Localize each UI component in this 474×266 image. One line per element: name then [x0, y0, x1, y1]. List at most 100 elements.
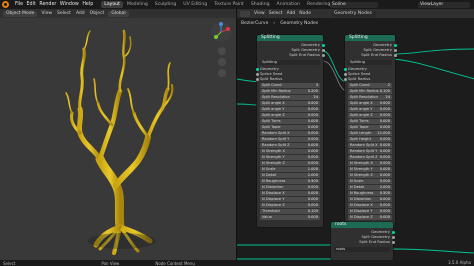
menu-edit[interactable]: Edit — [27, 2, 36, 7]
param-field[interactable]: Split Resolution 24 — [260, 95, 320, 100]
param-field[interactable]: Random Split X 0.000 — [260, 131, 320, 136]
param-field[interactable]: N Distortion 0.000 — [260, 185, 320, 190]
param-field[interactable]: N Strength Y 0.000 — [260, 155, 320, 160]
tab-sculpting[interactable]: Sculpting — [152, 1, 179, 8]
tab-layout[interactable]: Layout — [101, 1, 123, 8]
menu-window[interactable]: Window — [60, 2, 79, 7]
param-field[interactable]: N Roughness 0.500 — [260, 179, 320, 184]
param-label: N Displace Y — [350, 209, 373, 213]
param-field[interactable]: Split Turns 0.000 — [348, 119, 392, 124]
node-header[interactable]: Splitting — [257, 35, 323, 41]
param-field[interactable]: Split Count 2 — [348, 83, 392, 88]
tab-modeling[interactable]: Modeling — [124, 1, 151, 8]
param-field[interactable]: Random Split Z 0.000 — [260, 143, 320, 148]
param-field[interactable]: N Detail 2.000 — [260, 173, 320, 178]
param-field[interactable]: Split Length 11.000 — [348, 131, 392, 136]
tab-animation[interactable]: Animation — [274, 1, 303, 8]
splitting-node-2[interactable]: Splitting Geometry Split Geometry Split … — [343, 35, 397, 232]
output-socket[interactable] — [393, 54, 397, 57]
group-selector[interactable]: Splitting — [260, 60, 320, 65]
param-field[interactable]: N Displace Y 0.000 — [348, 209, 392, 214]
param-field[interactable]: Split angle Z 0.000 — [348, 113, 392, 118]
input-socket[interactable] — [255, 78, 259, 81]
param-field[interactable]: N Displace X 0.000 — [260, 191, 320, 196]
roots-node[interactable]: roots Geometry Split Geometry Split End … — [331, 222, 395, 260]
param-value: 0.000 — [307, 191, 318, 195]
param-field[interactable]: Split angle Y 0.000 — [260, 107, 320, 112]
param-field[interactable]: N Displace Y 0.000 — [260, 197, 320, 202]
menu-render[interactable]: Render — [39, 2, 56, 7]
3d-viewport[interactable]: Object Mode View Select Add Object Globa… — [0, 9, 236, 260]
param-field[interactable]: Threshold 0.100 — [260, 209, 320, 214]
input-socket[interactable] — [255, 68, 259, 71]
blender-logo-icon[interactable] — [2, 1, 9, 8]
param-field[interactable]: N Strength X 0.000 — [348, 161, 392, 166]
output-socket[interactable] — [391, 236, 395, 239]
param-label: N Roughness — [262, 179, 286, 183]
param-field[interactable]: Split Count 3 — [260, 83, 320, 88]
menu-help[interactable]: Help — [82, 2, 93, 7]
tab-uv-editing[interactable]: UV Editing — [180, 1, 210, 8]
param-field[interactable]: N Displace Z 0.000 — [348, 215, 392, 220]
param-label: Split Turns — [350, 119, 369, 123]
param-value: 0.000 — [307, 101, 318, 105]
param-field[interactable]: Random Split X 0.000 — [348, 143, 392, 148]
param-field[interactable]: Split Turns 0.000 — [260, 119, 320, 124]
tab-texture-paint[interactable]: Texture Paint — [211, 1, 247, 8]
node-editor[interactable]: View Select Add Node Geometry Nodes Bezi… — [236, 9, 474, 260]
output-socket[interactable] — [391, 231, 395, 234]
output-socket[interactable] — [393, 49, 397, 52]
param-field[interactable]: Split Min Radius 0.100 — [348, 89, 392, 94]
param-field[interactable]: Random Split Y 0.000 — [348, 149, 392, 154]
group-selector[interactable]: roots — [334, 247, 390, 252]
param-value: 0.000 — [379, 125, 390, 129]
param-field[interactable]: Split angle Y 0.000 — [348, 107, 392, 112]
menu-file[interactable]: File — [15, 2, 23, 7]
param-field[interactable]: N Scale 5.000 — [348, 179, 392, 184]
output-socket[interactable] — [321, 44, 325, 47]
output-socket[interactable] — [321, 54, 325, 57]
view-layer-selector[interactable]: ViewLayer — [418, 1, 470, 8]
param-field[interactable]: Random Split Y 0.000 — [260, 137, 320, 142]
scene-selector[interactable]: Scene — [330, 1, 378, 8]
param-field[interactable]: N Strength Z 0.000 — [348, 173, 392, 178]
param-field[interactable]: N Scale 1.000 — [260, 167, 320, 172]
output-socket[interactable] — [321, 49, 325, 52]
input-socket[interactable] — [343, 78, 347, 81]
param-field[interactable]: N Detail 2.000 — [348, 185, 392, 190]
splitting-node-1[interactable]: Splitting Geometry Split Geometry Split … — [255, 35, 325, 227]
param-field[interactable]: Split angle X 0.000 — [348, 101, 392, 106]
param-field[interactable]: N Strength Z 0.000 — [260, 161, 320, 166]
param-field[interactable]: Random Split Z 0.000 — [348, 155, 392, 160]
input-socket[interactable] — [343, 73, 347, 76]
param-value: 0.000 — [379, 203, 390, 207]
param-field[interactable]: Value 0.000 — [260, 215, 320, 220]
param-field[interactable]: N Roughness 0.500 — [348, 191, 392, 196]
input-socket[interactable] — [343, 68, 347, 71]
param-field[interactable]: Split Taper 0.000 — [260, 125, 320, 130]
param-label: N Strength X — [262, 149, 285, 153]
param-field[interactable]: N Strength Y 0.000 — [348, 167, 392, 172]
param-field[interactable]: Split angle Z 0.000 — [260, 113, 320, 118]
param-field[interactable]: N Distortion 0.000 — [348, 197, 392, 202]
param-field[interactable]: Split Taper 0.000 — [348, 125, 392, 130]
param-field[interactable]: Split Height 0.000 — [348, 137, 392, 142]
param-value: 0.500 — [307, 179, 318, 183]
param-label: Split angle X — [350, 101, 373, 105]
output-socket[interactable] — [391, 241, 395, 244]
node-header[interactable]: roots — [331, 222, 393, 228]
param-field[interactable]: N Displace Z 0.000 — [260, 203, 320, 208]
node-header[interactable]: Splitting — [345, 35, 395, 41]
tab-shading[interactable]: Shading — [248, 1, 273, 8]
group-selector[interactable]: Splitting — [348, 60, 392, 65]
param-field[interactable]: N Strength X 0.000 — [260, 149, 320, 154]
param-value: 0.000 — [379, 173, 390, 177]
output-socket[interactable] — [393, 44, 397, 47]
param-field[interactable]: Split Resolution 24 — [348, 95, 392, 100]
param-field[interactable]: Split angle X 0.000 — [260, 101, 320, 106]
input-socket[interactable] — [255, 73, 259, 76]
param-label: Random Split Y — [262, 137, 290, 141]
param-field[interactable]: N Displace X 0.000 — [348, 203, 392, 208]
param-field[interactable]: Split Min Radius 0.200 — [260, 89, 320, 94]
tree-model — [65, 29, 174, 255]
